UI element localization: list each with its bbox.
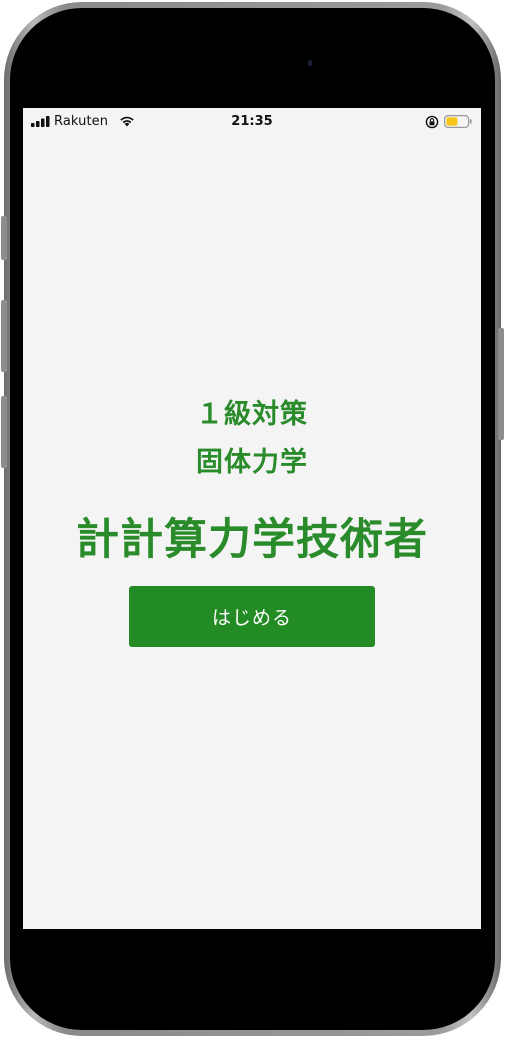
subtitle-topic: 固体力学 (196, 447, 308, 478)
main-content: １級対策 固体力学 計計算力学技術者 はじめる (23, 108, 481, 929)
start-button[interactable]: はじめる (129, 586, 375, 647)
silent-switch (1, 216, 7, 260)
app-screen: Rakuten 21:35 １級対策 固体力学 計計算力学技術者 はじめる (23, 108, 481, 929)
power-button (498, 328, 504, 440)
volume-down-button (1, 396, 7, 468)
subtitle-level: １級対策 (196, 399, 308, 430)
front-sensor (308, 60, 312, 66)
volume-up-button (1, 300, 7, 372)
page-title: 計計算力学技術者 (76, 515, 428, 565)
